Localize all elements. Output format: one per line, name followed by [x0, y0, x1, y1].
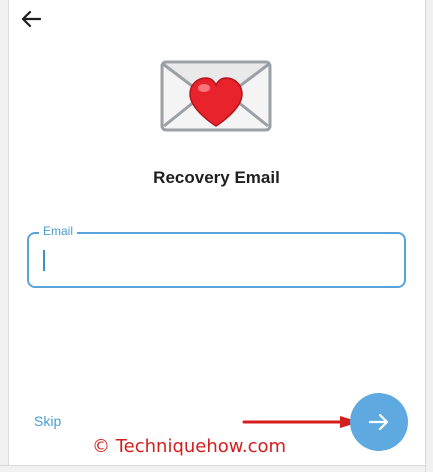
red-pointer-arrow-icon — [242, 416, 360, 428]
watermark: © Techniquehow.com — [92, 436, 287, 457]
page-title: Recovery Email — [153, 168, 280, 187]
love-letter-envelope-icon — [160, 60, 272, 132]
arrow-left-icon — [21, 10, 41, 28]
skip-button[interactable]: Skip — [34, 413, 61, 429]
email-field[interactable]: Email — [27, 224, 406, 288]
text-caret — [43, 250, 45, 271]
next-button[interactable] — [350, 393, 408, 451]
email-field-label: Email — [39, 224, 78, 238]
recovery-email-screen: Recovery Email Email Skip © Techniquehow… — [0, 0, 433, 472]
back-button[interactable] — [18, 6, 44, 32]
arrow-right-icon — [369, 413, 389, 431]
screen-bottom-edge — [0, 465, 433, 472]
